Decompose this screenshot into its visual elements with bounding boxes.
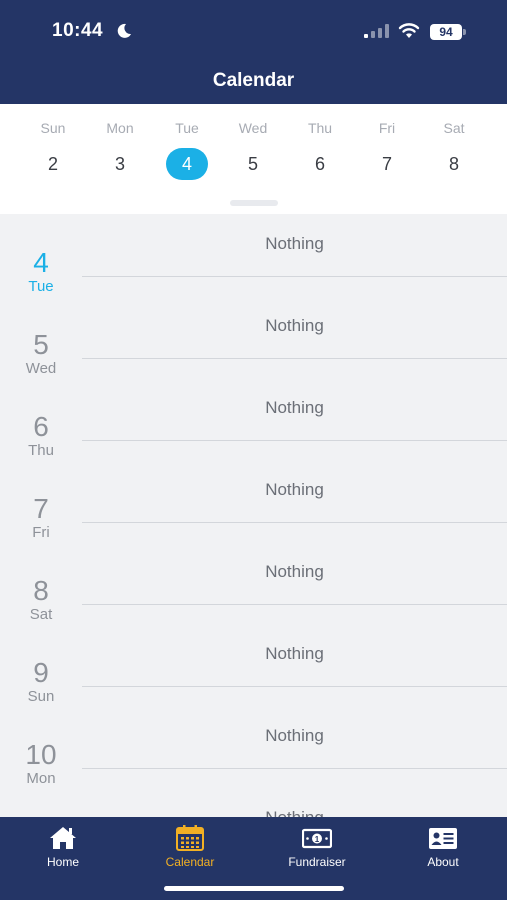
tab-label: About <box>427 855 459 869</box>
week-day-thu[interactable]: Thu 6 <box>287 104 353 194</box>
agenda-event-text: Nothing <box>265 644 324 663</box>
cellular-signal-icon <box>364 24 389 38</box>
agenda-weekday: Tue <box>28 278 54 295</box>
row-divider <box>82 440 507 441</box>
agenda-row[interactable]: 4 Tue Nothing <box>0 214 507 296</box>
agenda-day-number: 4 <box>33 247 49 278</box>
agenda-weekday: Mon <box>26 770 56 787</box>
agenda-event-text: Nothing <box>265 398 324 417</box>
money-icon: 1 <box>302 828 332 849</box>
agenda-event-text: Nothing <box>265 234 324 253</box>
week-day-name: Fri <box>378 120 396 136</box>
row-divider <box>82 522 507 523</box>
agenda-row[interactable]: 7 Fri Nothing <box>0 460 507 542</box>
tab-home[interactable]: Home <box>0 817 126 877</box>
agenda-row[interactable]: 8 Sat Nothing <box>0 542 507 624</box>
id-card-icon <box>429 828 457 849</box>
week-day-number: 3 <box>114 154 125 174</box>
agenda-weekday: Sat <box>29 606 53 623</box>
status-time: 10:44 <box>52 20 104 41</box>
battery-tip <box>463 29 466 35</box>
row-divider <box>82 686 507 687</box>
agenda-day-number: 10 <box>25 739 57 770</box>
week-day-fri[interactable]: Fri 7 <box>354 104 420 194</box>
agenda-day-number: 8 <box>33 575 49 606</box>
week-day-number: 5 <box>247 154 258 174</box>
week-day-number: 8 <box>448 154 459 174</box>
tab-label: Calendar <box>165 855 215 869</box>
agenda-weekday: Wed <box>25 360 57 377</box>
battery-indicator: 94 <box>430 24 466 40</box>
week-day-mon[interactable]: Mon 3 <box>87 104 153 194</box>
tab-label: Home <box>46 855 79 869</box>
agenda-list[interactable]: 4 Tue Nothing 5 Wed Nothing 6 Thu Nothin… <box>0 214 507 817</box>
wifi-icon <box>398 23 420 38</box>
agenda-weekday: Thu <box>28 442 54 459</box>
week-day-number: 2 <box>47 154 58 174</box>
tab-bar: Home Calendar 1 Fundraiser About <box>0 817 507 900</box>
tab-about[interactable]: About <box>380 817 506 877</box>
agenda-event-text: Nothing <box>82 808 507 817</box>
week-day-tue[interactable]: Tue 4 <box>154 104 220 194</box>
week-day-name: Thu <box>307 120 333 136</box>
agenda-weekday: Fri <box>32 524 50 541</box>
page-title: Calendar <box>212 70 295 91</box>
agenda-row[interactable]: 10 Mon Nothing <box>0 706 507 788</box>
row-divider <box>82 276 507 277</box>
week-day-name: Wed <box>238 120 268 136</box>
agenda-event-text: Nothing <box>265 562 324 581</box>
agenda-day-number: 7 <box>33 493 49 524</box>
selected-day-number: 4 <box>166 148 208 180</box>
agenda-row[interactable]: Nothing <box>0 788 507 817</box>
week-expand-handle[interactable] <box>230 200 278 206</box>
home-icon <box>50 827 76 849</box>
week-day-name: Sun <box>40 120 66 136</box>
week-day-number: 7 <box>381 154 392 174</box>
status-bar: 10:44 94 <box>0 0 507 60</box>
tab-calendar[interactable]: Calendar <box>127 817 253 877</box>
week-day-wed[interactable]: Wed 5 <box>220 104 286 194</box>
week-strip: Sun 2 Mon 3 Tue 4 Wed 5 Thu 6 Fri 7 Sat … <box>0 104 507 214</box>
agenda-row[interactable]: 6 Thu Nothing <box>0 378 507 460</box>
svg-text:1: 1 <box>315 835 320 844</box>
nav-bar: Calendar <box>0 60 507 104</box>
tab-fundraiser[interactable]: 1 Fundraiser <box>254 817 380 877</box>
battery-level: 94 <box>430 24 462 40</box>
week-day-sun[interactable]: Sun 2 <box>20 104 86 194</box>
row-divider <box>82 604 507 605</box>
home-indicator[interactable] <box>164 886 344 891</box>
agenda-event-text: Nothing <box>265 480 324 499</box>
moon-icon <box>117 23 131 38</box>
week-day-name: Sat <box>443 120 465 136</box>
agenda-event-text: Nothing <box>265 726 324 745</box>
row-divider <box>82 768 507 769</box>
agenda-day-number: 6 <box>33 411 49 442</box>
agenda-day-number: 5 <box>33 329 49 360</box>
agenda-row[interactable]: 5 Wed Nothing <box>0 296 507 378</box>
week-day-sat[interactable]: Sat 8 <box>421 104 487 194</box>
agenda-day-number: 9 <box>33 657 49 688</box>
row-divider <box>82 358 507 359</box>
calendar-icon <box>176 825 204 851</box>
tab-label: Fundraiser <box>288 855 346 869</box>
agenda-row[interactable]: 9 Sun Nothing <box>0 624 507 706</box>
agenda-weekday: Sun <box>27 688 55 705</box>
week-day-name: Tue <box>175 120 199 136</box>
week-day-number: 6 <box>314 154 325 174</box>
week-day-name: Mon <box>106 120 134 136</box>
agenda-event-text: Nothing <box>265 316 324 335</box>
